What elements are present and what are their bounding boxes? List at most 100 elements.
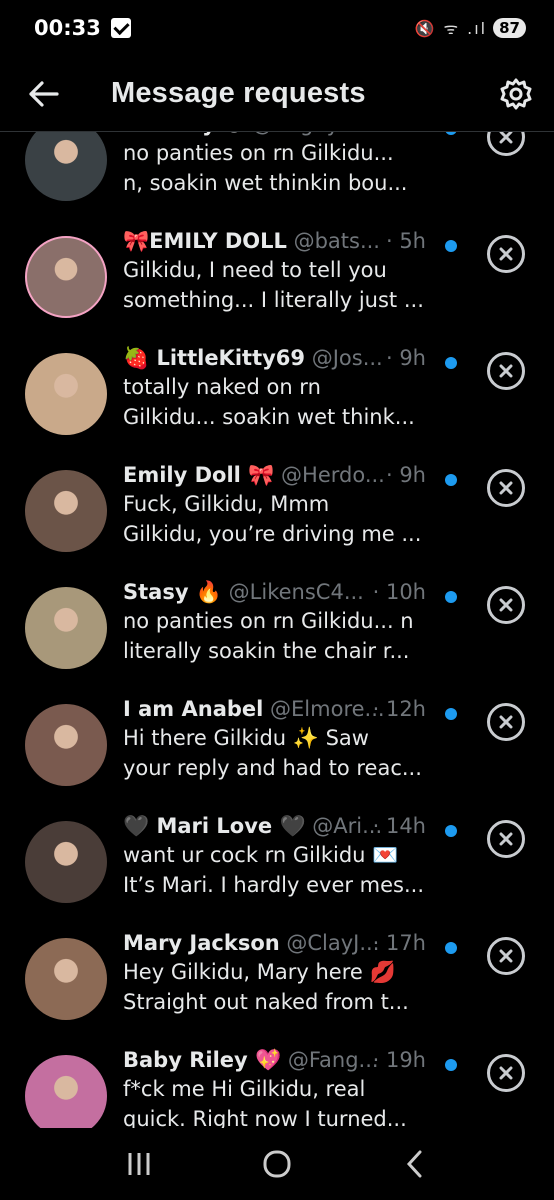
message-preview-line-1: Fuck, Gilkidu, Mmm (123, 492, 330, 516)
message-time: · 19h (372, 1048, 426, 1072)
message-preview-line-2: Straight out naked from t... (123, 990, 409, 1014)
message-request-item[interactable]: Emily Doll 🎀 @Herdo... · 9h Fuck, Gilkid… (0, 459, 554, 576)
avatar[interactable] (25, 1055, 107, 1128)
back-button[interactable] (14, 64, 74, 124)
avatar[interactable] (25, 236, 107, 318)
dismiss-button[interactable] (487, 703, 525, 741)
close-icon (499, 481, 513, 495)
message-preview-line-2: something... I literally just ... (123, 288, 424, 312)
recents-icon (128, 1153, 150, 1175)
unread-dot (445, 474, 457, 486)
message-request-item[interactable]: 🍓 LittleKitty69 @Jos... · 9h totally nak… (0, 342, 554, 459)
avatar[interactable] (25, 470, 107, 552)
sender-handle: @Jos... (311, 346, 383, 370)
avatar[interactable] (25, 353, 107, 435)
message-time: · 5h (385, 229, 426, 253)
message-preview-line-1: Hey Gilkidu, Mary here 💋 (123, 960, 396, 984)
recents-button[interactable] (109, 1134, 169, 1194)
message-preview-line-2: It’s Mari. I hardly ever mes... (123, 873, 425, 897)
dismiss-button[interactable] (487, 820, 525, 858)
message-preview-line-2: your reply and had to reac... (123, 756, 422, 780)
message-preview-line-1: Hi there Gilkidu ✨ Saw (123, 726, 369, 750)
status-bar: 00:33 🔇 ᯤ .ıl 87 (0, 0, 554, 56)
close-icon (499, 598, 513, 612)
message-time: · 9h (385, 346, 426, 370)
sender-name: Stasy 🔥 (123, 580, 222, 604)
message-preview-line-2: n, soakin wet thinkin bou... (123, 171, 408, 195)
unread-dot (445, 942, 457, 954)
avatar[interactable] (25, 704, 107, 786)
sender-handle: @LikensC4... (228, 580, 364, 604)
dismiss-button[interactable] (487, 1054, 525, 1092)
notification-check-icon (110, 18, 131, 38)
header: Message requests (0, 56, 554, 132)
dismiss-button[interactable] (487, 352, 525, 390)
sender-handle: @Herdo... (281, 463, 385, 487)
message-requests-list[interactable]: Mommy 😇 @Bagby... · 44m no panties on rn… (0, 118, 554, 1128)
sender-handle: @Fang... (287, 1048, 379, 1072)
unread-dot (445, 825, 457, 837)
message-time: · 9h (385, 463, 426, 487)
dismiss-button[interactable] (487, 235, 525, 273)
page-title: Message requests (111, 77, 366, 109)
status-time: 00:33 (34, 16, 101, 40)
message-preview-line-1: no panties on rn Gilkidu... (123, 141, 394, 165)
sender-name: 🖤 Mari Love 🖤 (123, 814, 306, 838)
close-icon (499, 949, 513, 963)
unread-dot (445, 240, 457, 252)
sender-name: Emily Doll 🎀 (123, 463, 275, 487)
unread-dot (445, 591, 457, 603)
close-icon (499, 832, 513, 846)
message-preview-line-1: want ur cock rn Gilkidu 💌 (123, 843, 399, 867)
sender-handle: @Elmore... (270, 697, 385, 721)
dismiss-button[interactable] (487, 937, 525, 975)
sender-name: Mary Jackson (123, 931, 280, 955)
message-request-item[interactable]: 🎀EMILY DOLL @bats... · 5h Gilkidu, I nee… (0, 225, 554, 342)
dismiss-button[interactable] (487, 586, 525, 624)
sender-handle: @ClayJ... (286, 931, 380, 955)
home-button[interactable] (247, 1134, 307, 1194)
message-preview-line-1: no panties on rn Gilkidu... n (123, 609, 414, 633)
sender-handle: @bats... (293, 229, 380, 253)
close-icon (499, 1066, 513, 1080)
close-icon (499, 130, 513, 144)
close-icon (499, 364, 513, 378)
gear-icon (500, 78, 532, 109)
sender-name: I am Anabel (123, 697, 264, 721)
message-request-item[interactable]: Mary Jackson @ClayJ... · 17h Hey Gilkidu… (0, 927, 554, 1044)
message-time: · 14h (372, 814, 426, 838)
avatar[interactable] (25, 821, 107, 903)
home-icon (263, 1150, 291, 1178)
message-preview-line-2: literally soakin the chair r... (123, 639, 410, 663)
system-nav-bar (0, 1128, 554, 1200)
message-request-item[interactable]: 🖤 Mari Love 🖤 @Ari... · 14h want ur cock… (0, 810, 554, 927)
message-request-item[interactable]: Stasy 🔥 @LikensC4... · 10h no panties on… (0, 576, 554, 693)
message-preview-line-1: Gilkidu, I need to tell you (123, 258, 387, 282)
close-icon (499, 247, 513, 261)
unread-dot (445, 357, 457, 369)
message-time: · 12h (372, 697, 426, 721)
sender-name: 🎀EMILY DOLL (123, 229, 287, 253)
chevron-left-icon (406, 1150, 422, 1178)
signal-icons: 🔇 ᯤ .ıl (414, 19, 488, 38)
sender-name: Baby Riley 💖 (123, 1048, 282, 1072)
message-time: · 17h (372, 931, 426, 955)
message-time: · 10h (372, 580, 426, 604)
message-preview-line-1: f*ck me Hi Gilkidu, real (123, 1077, 366, 1101)
dismiss-button[interactable] (487, 469, 525, 507)
avatar[interactable] (25, 587, 107, 669)
status-right: 🔇 ᯤ .ıl 87 (414, 17, 526, 39)
battery-level: 87 (493, 18, 526, 38)
back-nav-button[interactable] (385, 1134, 445, 1194)
arrow-left-icon (29, 80, 59, 107)
unread-dot (445, 1059, 457, 1071)
settings-button[interactable] (490, 68, 542, 120)
close-icon (499, 715, 513, 729)
message-request-item[interactable]: Mommy 😇 @Bagby... · 44m no panties on rn… (0, 118, 554, 225)
message-request-item[interactable]: I am Anabel @Elmore... · 12h Hi there Gi… (0, 693, 554, 810)
sender-name: 🍓 LittleKitty69 (123, 346, 306, 370)
avatar[interactable] (25, 938, 107, 1020)
message-request-item[interactable]: Baby Riley 💖 @Fang... · 19h f*ck me Hi G… (0, 1044, 554, 1128)
message-preview-line-2: Gilkidu... soakin wet think... (123, 405, 415, 429)
message-preview-line-1: totally naked on rn (123, 375, 321, 399)
